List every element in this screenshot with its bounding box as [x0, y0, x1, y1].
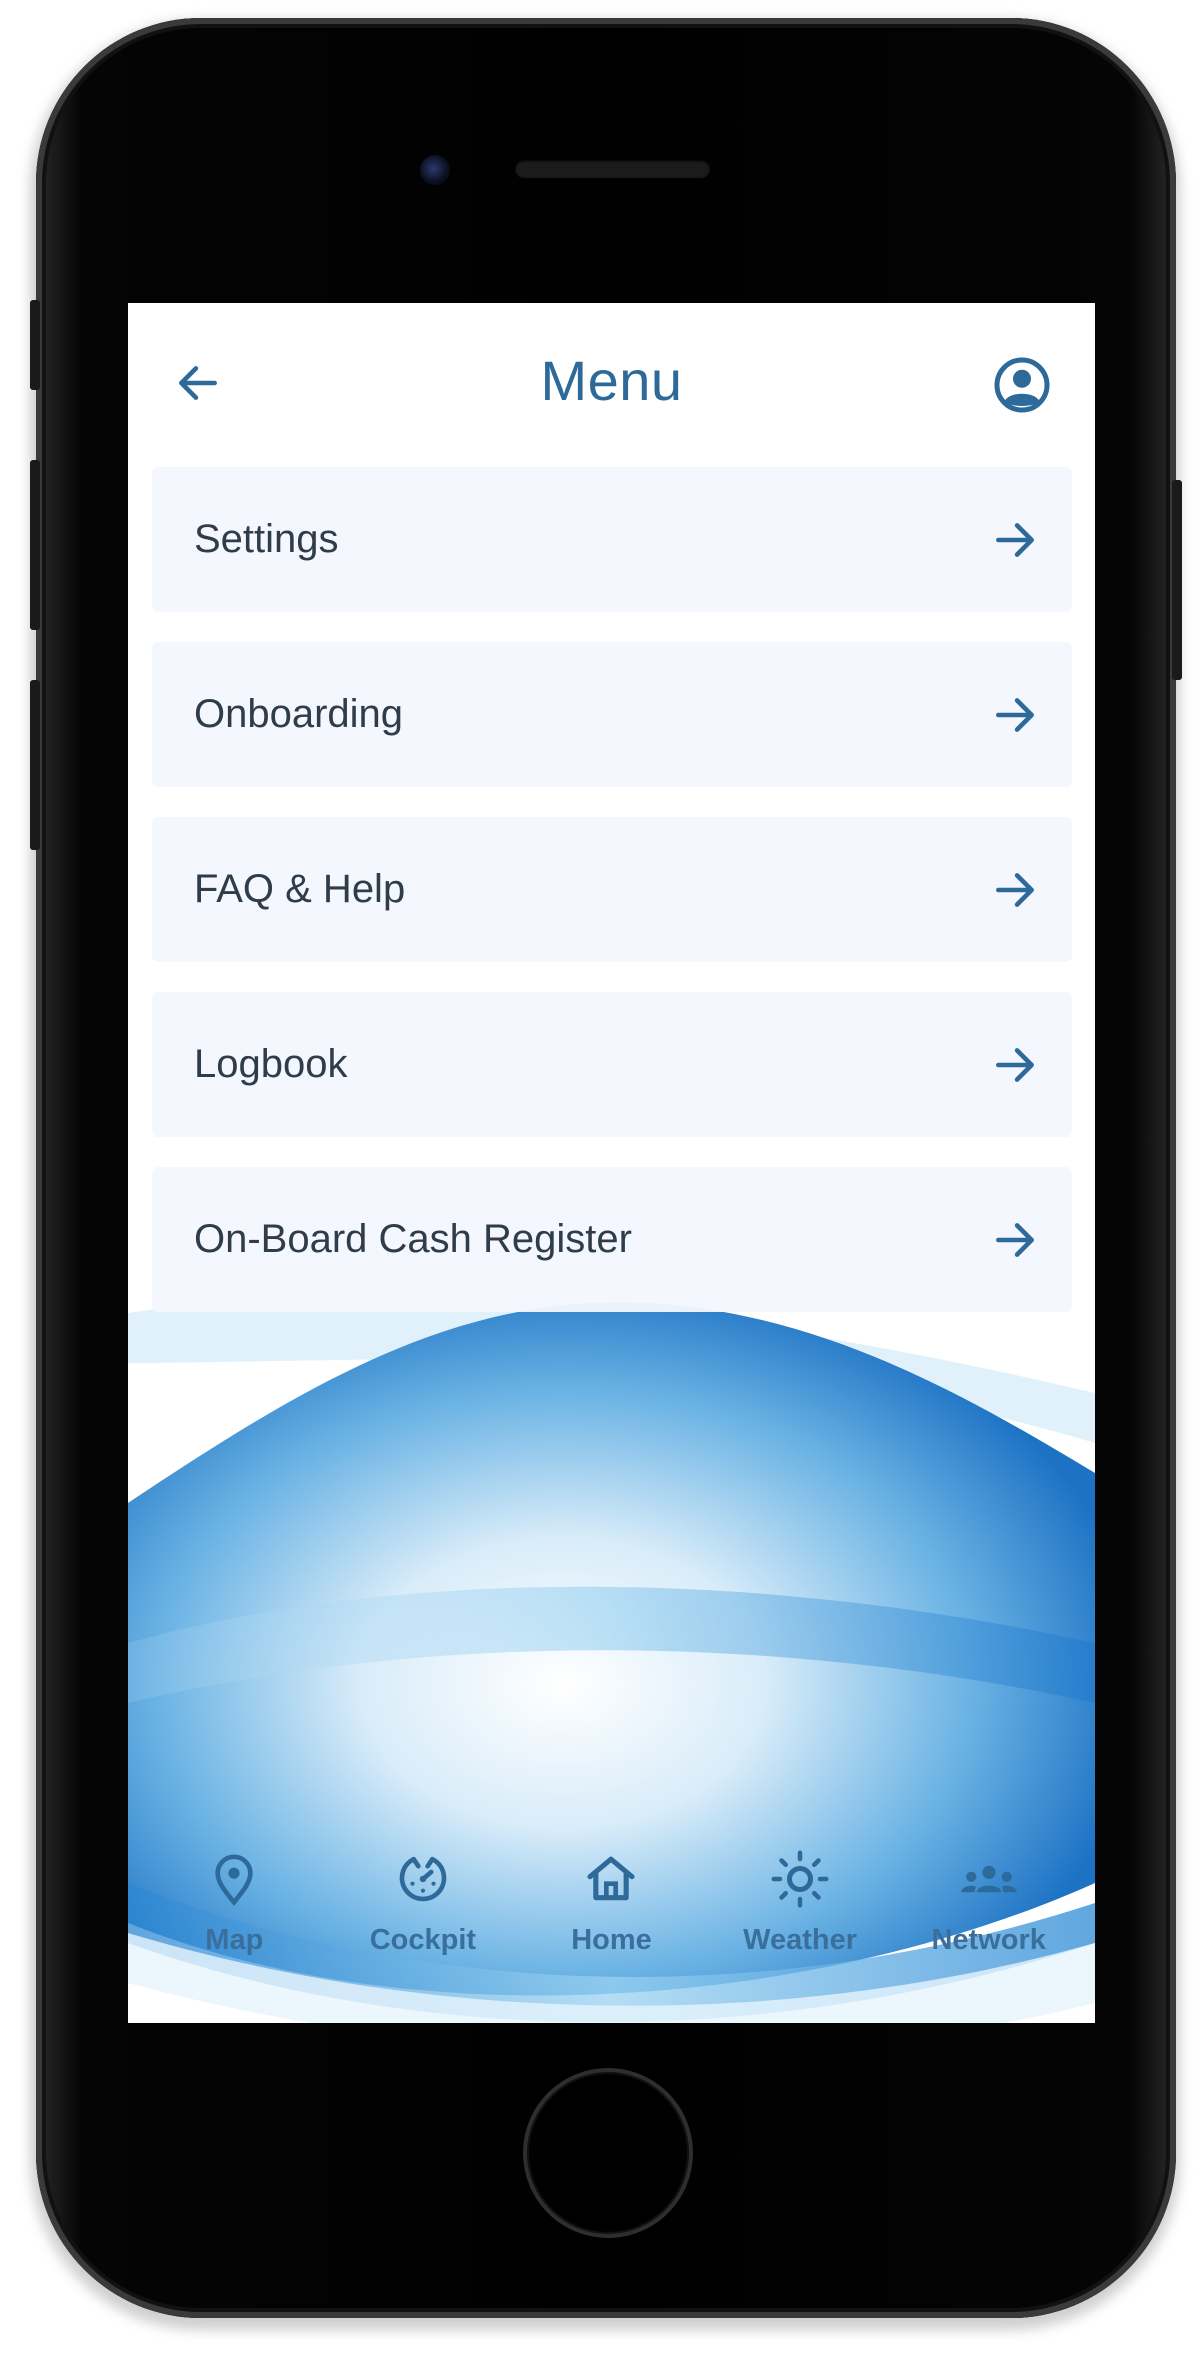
home-icon: [580, 1848, 642, 1910]
map-pin-icon: [203, 1848, 265, 1910]
sun-icon: [769, 1848, 831, 1910]
nav-item-weather[interactable]: Weather: [710, 1848, 890, 1957]
arrow-right-icon: [988, 688, 1042, 742]
nav-item-network[interactable]: Network: [899, 1848, 1079, 1957]
arrow-right-icon: [988, 513, 1042, 567]
arrow-right-icon: [988, 1038, 1042, 1092]
nav-label: Network: [931, 1924, 1046, 1956]
nav-item-cockpit[interactable]: Cockpit: [333, 1848, 513, 1957]
nav-label: Map: [205, 1924, 264, 1956]
menu-item-label: Logbook: [194, 1042, 348, 1086]
app-screen: Menu Settings Onboarding FAQ & Help Logb…: [128, 303, 1095, 2023]
arrow-right-icon: [988, 1213, 1042, 1267]
device-frame: Menu Settings Onboarding FAQ & Help Logb…: [0, 0, 1200, 2358]
people-icon: [958, 1848, 1020, 1910]
volume-up-button: [30, 460, 40, 630]
volume-down-button: [30, 680, 40, 850]
nav-label: Cockpit: [369, 1924, 477, 1956]
nav-item-map[interactable]: Map: [144, 1848, 324, 1957]
menu-item-cash-register[interactable]: On-Board Cash Register: [152, 1167, 1072, 1312]
page-title: Menu: [540, 349, 683, 412]
nav-label: Weather: [743, 1924, 858, 1956]
nav-item-home[interactable]: Home: [521, 1848, 701, 1957]
cockpit-icon: [392, 1848, 454, 1910]
front-camera: [420, 155, 450, 185]
menu-item-label: FAQ & Help: [194, 867, 406, 911]
bottom-navigation: Map Cockpit Home Weather Network: [128, 1848, 1095, 2023]
home-hardware-button[interactable]: [523, 2068, 693, 2238]
earpiece-speaker: [515, 160, 710, 178]
menu-item-settings[interactable]: Settings: [152, 467, 1072, 612]
top-app-bar: Menu: [128, 303, 1095, 463]
menu-item-label: Settings: [194, 517, 339, 561]
menu-item-faq-help[interactable]: FAQ & Help: [152, 817, 1072, 962]
menu-list: Settings Onboarding FAQ & Help Logbook O…: [152, 467, 1072, 1342]
profile-button[interactable]: [990, 353, 1054, 417]
nav-label: Home: [571, 1924, 652, 1956]
menu-item-logbook[interactable]: Logbook: [152, 992, 1072, 1137]
menu-item-onboarding[interactable]: Onboarding: [152, 642, 1072, 787]
account-circle-icon: [994, 357, 1050, 413]
power-button: [1172, 480, 1182, 680]
menu-item-label: On-Board Cash Register: [194, 1217, 632, 1261]
arrow-right-icon: [988, 863, 1042, 917]
menu-item-label: Onboarding: [194, 692, 404, 736]
mute-switch: [30, 300, 40, 390]
